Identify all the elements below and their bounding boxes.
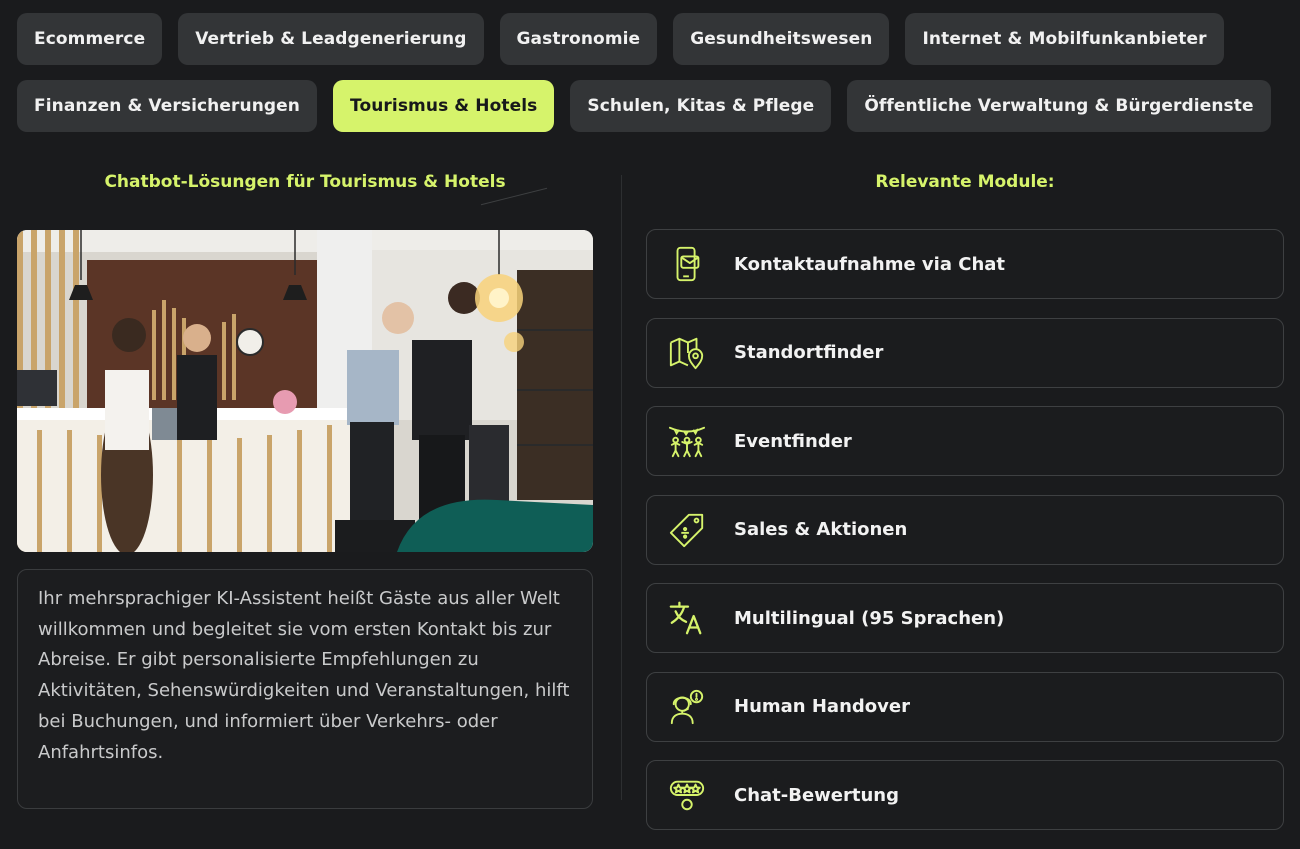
tab-row-1: Ecommerce Vertrieb & Leadgenerierung Gas… [17, 13, 1287, 65]
module-label: Eventfinder [734, 430, 852, 452]
price-tag-icon [667, 510, 707, 550]
tab-finanzen[interactable]: Finanzen & Versicherungen [17, 80, 317, 132]
tab-row-2: Finanzen & Versicherungen Tourismus & Ho… [17, 80, 1287, 132]
module-label: Standortfinder [734, 342, 884, 363]
solution-title: Chatbot-Lösungen für Tourismus & Hotels [104, 172, 506, 192]
module-human-handover[interactable]: Human Handover [646, 671, 1284, 742]
solution-panel: Chatbot-Lösungen für Tourismus & Hotels [17, 165, 593, 809]
support-agent-icon [667, 687, 707, 727]
tab-schulen[interactable]: Schulen, Kitas & Pflege [570, 80, 832, 132]
modules-title: Relevante Module: [875, 172, 1055, 192]
module-label: Chat-Bewertung [734, 784, 900, 806]
column-divider [621, 175, 622, 800]
tab-ecommerce[interactable]: Ecommerce [17, 13, 163, 65]
rating-stars-icon [667, 775, 707, 815]
module-label: Sales & Aktionen [734, 519, 908, 540]
party-people-icon [667, 421, 707, 461]
translate-icon [667, 598, 707, 638]
module-standortfinder[interactable]: Standortfinder [646, 317, 1284, 388]
industry-tabs: Ecommerce Vertrieb & Leadgenerierung Gas… [17, 13, 1287, 147]
module-label: Kontaktaufnahme via Chat [734, 253, 1006, 275]
tab-internet-mobilfunk[interactable]: Internet & Mobilfunkanbieter [905, 13, 1224, 65]
module-chat-bewertung[interactable]: Chat-Bewertung [646, 760, 1284, 830]
module-eventfinder[interactable]: Eventfinder [646, 406, 1284, 476]
tab-tourismus-hotels[interactable]: Tourismus & Hotels [333, 80, 555, 132]
module-kontaktaufnahme[interactable]: Kontaktaufnahme via Chat [646, 229, 1284, 299]
solution-description-box: Ihr mehrsprachiger KI-Assistent heißt Gä… [17, 569, 593, 809]
module-list: Kontaktaufnahme via Chat Standortfinder [646, 229, 1284, 849]
module-label: Human Handover [734, 696, 910, 717]
solution-description: Ihr mehrsprachiger KI-Assistent heißt Gä… [38, 588, 570, 763]
tab-gastronomie[interactable]: Gastronomie [499, 13, 658, 65]
tab-vertrieb[interactable]: Vertrieb & Leadgenerierung [178, 13, 484, 65]
tab-verwaltung[interactable]: Öffentliche Verwaltung & Bürgerdienste [847, 80, 1271, 132]
module-sales-aktionen[interactable]: Sales & Aktionen [646, 494, 1284, 565]
hotel-reception-photo [17, 230, 593, 552]
modules-panel: Relevante Module: Kontaktaufnahme via Ch… [646, 165, 1284, 830]
phone-chat-icon [667, 244, 707, 284]
module-label: Multilingual (95 Sprachen) [734, 607, 1005, 629]
tab-gesundheitswesen[interactable]: Gesundheitswesen [673, 13, 890, 65]
module-multilingual[interactable]: Multilingual (95 Sprachen) [646, 583, 1284, 653]
map-pin-icon [667, 333, 707, 373]
